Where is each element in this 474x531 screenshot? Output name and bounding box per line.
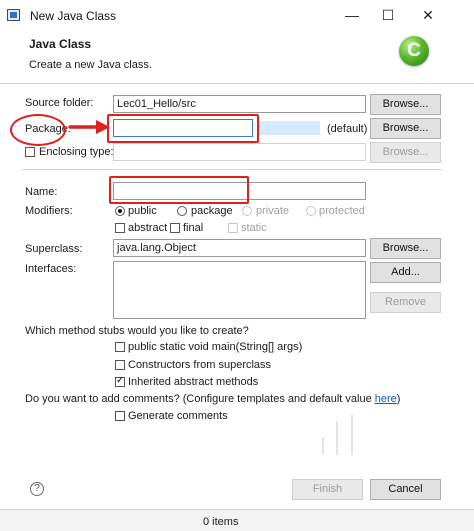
generate-comments-label: Generate comments <box>128 410 228 422</box>
name-label: Name: <box>25 186 58 198</box>
dialog-heading: Java Class <box>29 37 92 51</box>
cancel-button[interactable]: Cancel <box>370 479 441 500</box>
background-artifact <box>322 437 324 455</box>
java-window-icon <box>7 9 20 21</box>
status-bar-text: 0 items <box>203 516 239 528</box>
enclosing-type-label: Enclosing type: <box>39 146 114 158</box>
interfaces-remove-button[interactable]: Remove <box>370 292 441 313</box>
stub-inherited-checkbox[interactable] <box>115 375 125 387</box>
background-artifact <box>351 415 353 455</box>
modifier-protected-radio[interactable] <box>306 206 316 216</box>
stub-constructors-label: Constructors from superclass <box>128 359 272 371</box>
source-folder-input[interactable]: Lec01_Hello/src <box>113 95 366 113</box>
comments-question-text: Do you want to add comments? (Configure … <box>25 393 375 405</box>
comments-question-end: ) <box>396 393 401 405</box>
interfaces-add-button[interactable]: Add... <box>370 262 441 283</box>
help-icon[interactable]: ? <box>30 482 44 496</box>
package-default-text: (default) <box>327 123 368 135</box>
enclosing-type-checkbox[interactable] <box>25 147 35 157</box>
interfaces-list[interactable] <box>113 261 366 319</box>
modifier-abstract-label: abstract <box>128 222 168 234</box>
package-input-annotation <box>107 114 259 143</box>
red-arrow-icon <box>68 120 110 134</box>
modifier-public-radio[interactable] <box>115 206 125 216</box>
window-title: New Java Class <box>30 9 117 23</box>
modifier-abstract-checkbox[interactable] <box>115 223 125 233</box>
modifier-private-radio[interactable] <box>242 206 252 216</box>
modifier-final-label: final <box>183 222 204 234</box>
modifier-final-checkbox[interactable] <box>170 223 180 233</box>
modifier-protected-label: protected <box>319 205 365 217</box>
source-folder-label: Source folder: <box>25 97 94 109</box>
modifiers-label: Modifiers: <box>25 205 73 217</box>
minimize-button[interactable]: — <box>342 6 362 24</box>
separator <box>22 169 442 170</box>
dialog-description: Create a new Java class. <box>29 59 152 71</box>
background-artifact <box>336 421 338 455</box>
enclosing-type-browse-button[interactable]: Browse... <box>370 142 441 163</box>
method-stubs-question: Which method stubs would you like to cre… <box>25 325 249 337</box>
stub-inherited-label: Inherited abstract methods <box>128 376 259 388</box>
stub-main-label: public static void main(String[] args) <box>128 341 303 353</box>
generate-comments-checkbox[interactable] <box>115 411 125 421</box>
stub-constructors-checkbox[interactable] <box>115 360 125 370</box>
new-class-logo-icon: C <box>399 36 429 66</box>
superclass-label: Superclass: <box>25 243 83 255</box>
superclass-input[interactable]: java.lang.Object <box>113 239 366 257</box>
modifier-package-radio[interactable] <box>177 206 187 216</box>
package-input-selection <box>258 121 320 135</box>
close-button[interactable]: ✕ <box>418 6 438 24</box>
modifier-public-label: public <box>128 205 157 217</box>
enclosing-type-input[interactable] <box>113 143 366 161</box>
modifier-package-label: package <box>191 205 233 217</box>
package-label-annotation <box>10 114 66 146</box>
maximize-button[interactable]: ☐ <box>378 6 398 24</box>
comments-question: Do you want to add comments? (Configure … <box>25 393 400 405</box>
configure-templates-link[interactable]: here <box>375 393 397 405</box>
modifier-private-label: private <box>256 205 290 217</box>
source-folder-browse-button[interactable]: Browse... <box>370 94 441 115</box>
modifier-static-checkbox[interactable] <box>228 223 238 233</box>
superclass-browse-button[interactable]: Browse... <box>370 238 441 259</box>
stub-main-checkbox[interactable] <box>115 342 125 352</box>
finish-button[interactable]: Finish <box>292 479 363 500</box>
name-input-annotation <box>109 176 249 204</box>
interfaces-label: Interfaces: <box>25 263 77 275</box>
package-browse-button[interactable]: Browse... <box>370 118 441 139</box>
modifier-static-label: static <box>241 222 267 234</box>
